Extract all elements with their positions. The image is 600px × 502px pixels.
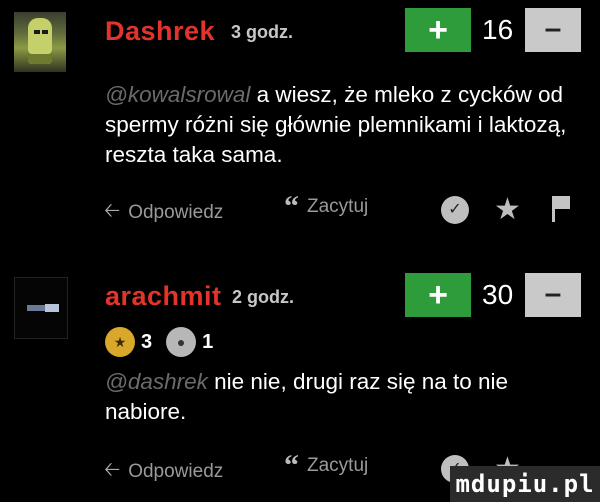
comment-body: @dashrek nie nie, drugi raz się na to ni… — [105, 367, 585, 427]
comment-body: @kowalsrowal a wiesz, że mleko z cycków … — [105, 80, 585, 170]
quote-label: Zacytuj — [307, 455, 369, 476]
quote-button[interactable]: “ Zacytuj — [284, 190, 369, 223]
star-icon[interactable]: ★ — [494, 192, 521, 227]
gold-badge-icon: ★ — [105, 327, 135, 357]
badge-count: 3 — [141, 330, 153, 353]
user-badges: ★ 3 ● 1 — [105, 327, 221, 357]
comment-1: Dashrek 3 godz. + 16 – @kowalsrowal a wi… — [0, 0, 600, 250]
vote-score: 16 — [482, 14, 514, 45]
quote-button[interactable]: “ Zacytuj — [284, 449, 369, 482]
flag-icon[interactable] — [552, 196, 570, 222]
username[interactable]: arachmit — [105, 281, 222, 312]
flag-cloth — [555, 196, 570, 209]
mention-link[interactable]: @kowalsrowal — [105, 82, 250, 107]
timestamp: 3 godz. — [231, 22, 293, 42]
reply-label: Odpowiedz — [128, 202, 224, 223]
minus-vote-button[interactable]: – — [525, 8, 581, 52]
reply-arrow-icon: 🡠 — [104, 459, 121, 481]
badge-icon[interactable]: ✓ — [441, 196, 469, 224]
badge-count: 1 — [202, 330, 214, 353]
reply-button[interactable]: 🡠 Odpowiedz — [104, 455, 223, 489]
avatar-figure — [28, 18, 52, 64]
reply-button[interactable]: 🡠 Odpowiedz — [104, 196, 223, 230]
timestamp: 2 godz. — [232, 287, 294, 307]
plus-vote-button[interactable]: + — [405, 8, 471, 52]
watermark: mdupiu.pl — [450, 466, 600, 502]
avatar-eye — [34, 30, 40, 34]
vote-score: 30 — [482, 279, 514, 310]
quote-icon: “ — [284, 449, 299, 482]
plus-vote-button[interactable]: + — [405, 273, 471, 317]
mention-link[interactable]: @dashrek — [105, 369, 208, 394]
reply-arrow-icon: 🡠 — [104, 200, 121, 222]
avatar-eye — [42, 30, 48, 34]
avatar-mark — [45, 304, 59, 312]
avatar[interactable] — [14, 12, 66, 72]
reply-label: Odpowiedz — [128, 461, 224, 482]
quote-icon: “ — [284, 190, 299, 223]
grey-badge-icon: ● — [166, 327, 197, 357]
avatar[interactable] — [14, 277, 68, 339]
minus-vote-button[interactable]: – — [525, 273, 581, 317]
quote-label: Zacytuj — [307, 196, 369, 217]
comment-actions: 🡠 Odpowiedz “ Zacytuj ✓ ★ — [104, 190, 594, 226]
username[interactable]: Dashrek — [105, 16, 215, 47]
